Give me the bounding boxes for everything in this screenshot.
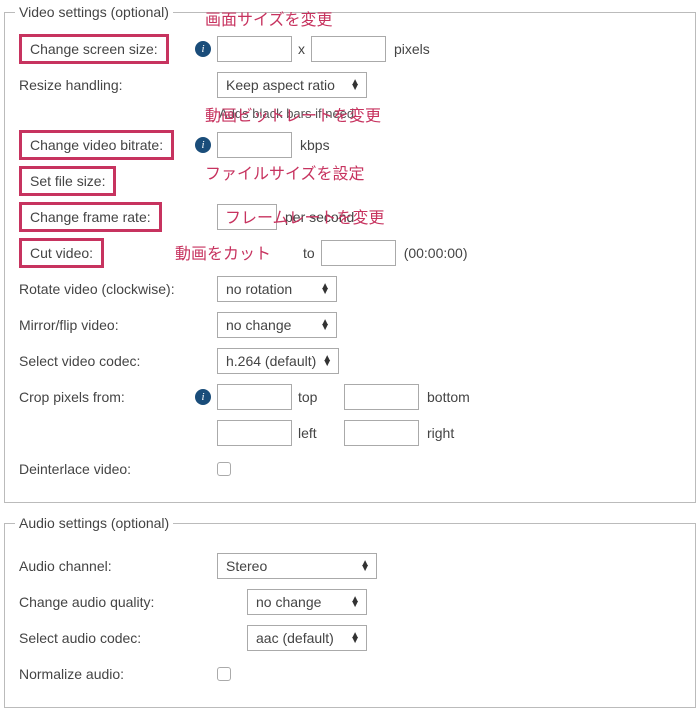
bitrate-input[interactable]: [217, 132, 292, 158]
x-separator: x: [298, 41, 305, 57]
annot-frame-rate: フレームレートを変更: [225, 204, 385, 228]
audio-channel-select[interactable]: Stereo ▲▼: [217, 553, 377, 579]
crop-top-input[interactable]: [217, 384, 292, 410]
label-frame-rate: Change frame rate:: [19, 202, 162, 232]
chevron-updown-icon: ▲▼: [320, 320, 330, 330]
annot-screen-size: 画面サイズを変更: [205, 6, 333, 30]
row-file-size: Set file size: ファイルサイズを設定: [15, 166, 685, 196]
video-settings-legend: Video settings (optional): [15, 4, 173, 20]
row-deinterlace: Deinterlace video:: [15, 454, 685, 484]
row-mirror: Mirror/flip video: no change ▲▼: [15, 310, 685, 340]
chevron-updown-icon: ▲▼: [320, 284, 330, 294]
audio-settings-legend: Audio settings (optional): [15, 515, 173, 531]
label-resize-handling: Resize handling:: [19, 77, 123, 93]
kbps-unit: kbps: [300, 137, 330, 153]
mirror-select[interactable]: no change ▲▼: [217, 312, 337, 338]
label-audio-channel: Audio channel:: [19, 558, 112, 574]
crop-right-input[interactable]: [344, 420, 419, 446]
screen-width-input[interactable]: [217, 36, 292, 62]
crop-bottom-input[interactable]: [344, 384, 419, 410]
row-audio-channel: Audio channel: Stereo ▲▼: [15, 551, 685, 581]
row-crop-left: left right: [15, 418, 685, 448]
audio-settings-fieldset: Audio settings (optional) Audio channel:…: [4, 515, 696, 708]
row-normalize-audio: Normalize audio:: [15, 659, 685, 689]
annot-file-size: ファイルサイズを設定: [205, 160, 365, 184]
crop-top-label: top: [298, 389, 338, 405]
row-crop-top: Crop pixels from: i top bottom: [15, 382, 685, 412]
annot-bitrate: 動画ビットレートを変更: [205, 102, 381, 126]
resize-handling-select[interactable]: Keep aspect ratio ▲▼: [217, 72, 367, 98]
label-audio-quality: Change audio quality:: [19, 594, 154, 610]
row-bitrate: Change video bitrate: i kbps: [15, 130, 685, 160]
row-video-codec: Select video codec: h.264 (default) ▲▼: [15, 346, 685, 376]
chevron-updown-icon: ▲▼: [350, 633, 360, 643]
label-normalize-audio: Normalize audio:: [19, 666, 124, 682]
cut-end-input[interactable]: [321, 240, 396, 266]
screen-height-input[interactable]: [311, 36, 386, 62]
chevron-updown-icon: ▲▼: [350, 597, 360, 607]
normalize-audio-checkbox[interactable]: [217, 667, 231, 681]
chevron-updown-icon: ▲▼: [350, 80, 360, 90]
deinterlace-checkbox[interactable]: [217, 462, 231, 476]
label-file-size: Set file size:: [19, 166, 116, 196]
crop-left-input[interactable]: [217, 420, 292, 446]
video-codec-select[interactable]: h.264 (default) ▲▼: [217, 348, 339, 374]
crop-left-label: left: [298, 425, 338, 441]
annot-cut-video: 動画をカット: [175, 240, 271, 264]
cut-to-label: to: [303, 245, 315, 261]
info-icon[interactable]: i: [195, 137, 211, 153]
row-rotate: Rotate video (clockwise): no rotation ▲▼: [15, 274, 685, 304]
info-icon[interactable]: i: [195, 41, 211, 57]
row-resize-handling: Resize handling: Keep aspect ratio ▲▼: [15, 70, 685, 100]
pixels-unit: pixels: [394, 41, 430, 57]
rotate-select[interactable]: no rotation ▲▼: [217, 276, 337, 302]
label-video-codec: Select video codec:: [19, 353, 140, 369]
crop-right-label: right: [427, 425, 454, 441]
label-crop: Crop pixels from:: [19, 389, 125, 405]
crop-bottom-label: bottom: [427, 389, 470, 405]
row-audio-quality: Change audio quality: no change ▲▼: [15, 587, 685, 617]
video-settings-fieldset: Video settings (optional) 画面サイズを変更 Chang…: [4, 4, 696, 503]
info-icon[interactable]: i: [195, 389, 211, 405]
label-bitrate: Change video bitrate:: [19, 130, 174, 160]
audio-codec-select[interactable]: aac (default) ▲▼: [247, 625, 367, 651]
chevron-updown-icon: ▲▼: [360, 561, 370, 571]
label-rotate: Rotate video (clockwise):: [19, 281, 175, 297]
cut-hint: (00:00:00): [404, 245, 468, 261]
row-frame-rate: Change frame rate: per second フレームレートを変更: [15, 202, 685, 232]
label-screen-size: Change screen size:: [19, 34, 169, 64]
row-audio-codec: Select audio codec: aac (default) ▲▼: [15, 623, 685, 653]
row-cut-video: Cut video: 動画をカット to (00:00:00): [15, 238, 685, 268]
chevron-updown-icon: ▲▼: [322, 356, 332, 366]
label-cut-video: Cut video:: [19, 238, 104, 268]
row-screen-size: Change screen size: i x pixels: [15, 34, 685, 64]
label-mirror: Mirror/flip video:: [19, 317, 119, 333]
audio-quality-select[interactable]: no change ▲▼: [247, 589, 367, 615]
label-deinterlace: Deinterlace video:: [19, 461, 131, 477]
